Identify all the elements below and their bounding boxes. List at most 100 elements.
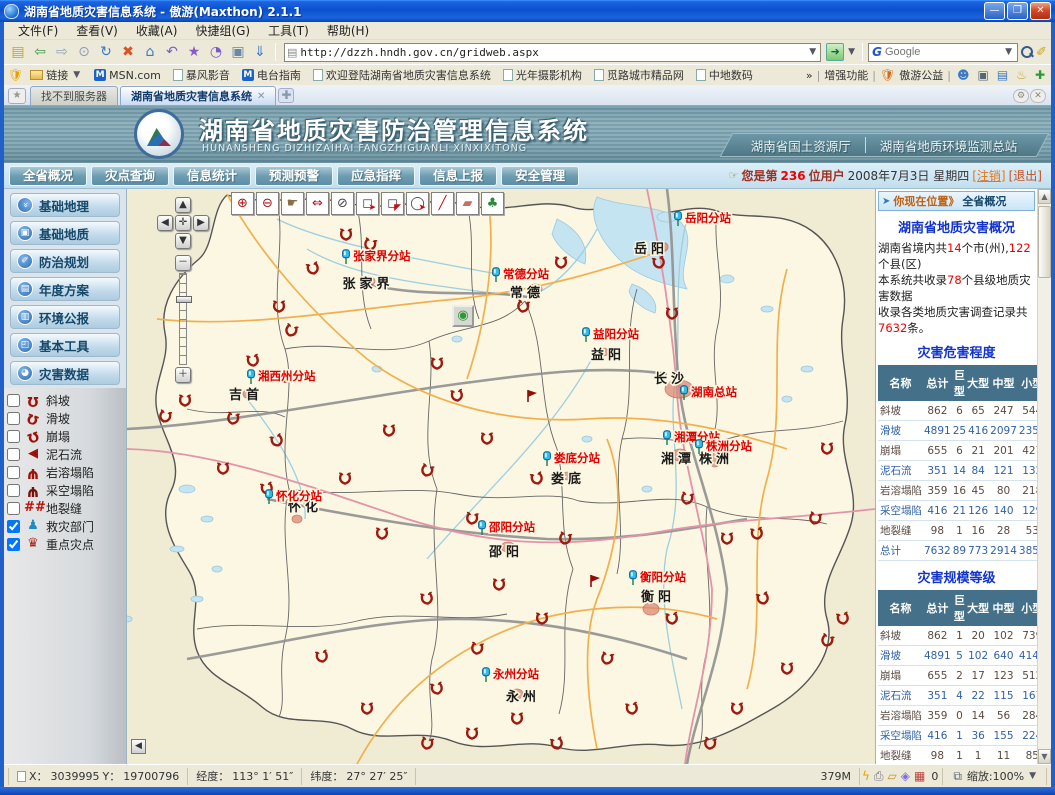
map-canvas[interactable]: 岳阳张家界常德吉首益阳长沙湘潭株洲娄底怀化邵阳衡阳永州 岳阳分站张家界分站常德分… bbox=[127, 189, 875, 764]
select-circle-icon[interactable]: ◯➤ bbox=[406, 192, 429, 215]
menu-item-5[interactable]: 帮助(H) bbox=[319, 21, 377, 40]
station-label[interactable]: 湖南总站 bbox=[691, 385, 737, 399]
links-bar-item-1[interactable]: MMSN.com bbox=[91, 69, 164, 82]
search-icon[interactable] bbox=[1020, 45, 1034, 59]
popup-window-icon[interactable]: ▣ bbox=[977, 68, 988, 82]
links-bar-item-0[interactable]: 链接▼ bbox=[27, 67, 85, 83]
nav-tab-1[interactable]: 灾点查询 bbox=[91, 166, 169, 186]
locate-button[interactable]: ◉ bbox=[452, 305, 474, 327]
links-overflow-chevron[interactable]: » bbox=[806, 69, 813, 82]
exit-link[interactable]: [退出] bbox=[1009, 167, 1042, 184]
nav-tab-3[interactable]: 预测预警 bbox=[255, 166, 333, 186]
tab-close-icon[interactable]: ✕ bbox=[1030, 89, 1046, 103]
pan-down-button[interactable]: ▼ bbox=[175, 233, 191, 249]
menu-item-1[interactable]: 查看(V) bbox=[68, 21, 126, 40]
favorites-star-icon[interactable]: ★ bbox=[8, 88, 26, 104]
links-bar-item-4[interactable]: 欢迎登陆湖南省地质灾害信息系统 bbox=[310, 67, 494, 83]
basket-icon[interactable]: ♨ bbox=[1016, 68, 1027, 82]
layer-checkbox-debris-flow[interactable] bbox=[7, 448, 20, 461]
station-label[interactable]: 常德分站 bbox=[503, 267, 549, 281]
links-bar-item-7[interactable]: 中地数码 bbox=[693, 67, 756, 83]
sidebar-group-2[interactable]: ✐防治规划 bbox=[10, 249, 120, 273]
tab-settings-wrench-icon[interactable]: ⚙ bbox=[1013, 89, 1029, 103]
draw-line-icon[interactable]: ╱ bbox=[431, 192, 454, 215]
url-input[interactable] bbox=[300, 46, 807, 59]
stop-icon[interactable]: ✖ bbox=[118, 42, 138, 62]
search-input[interactable] bbox=[885, 46, 1003, 58]
layer-checkbox-rescue-dept[interactable] bbox=[7, 520, 20, 533]
nav-tab-5[interactable]: 信息上报 bbox=[419, 166, 497, 186]
clear-selection-icon[interactable]: ⊘ bbox=[331, 192, 354, 215]
refresh-icon[interactable]: ↻ bbox=[96, 42, 116, 62]
notes-icon[interactable]: ▤ bbox=[997, 68, 1008, 82]
pan-icon[interactable]: ☛ bbox=[281, 192, 304, 215]
zoom-in-icon[interactable]: ⊕ bbox=[231, 192, 254, 215]
sidebar-group-0[interactable]: »基础地理 bbox=[10, 193, 120, 217]
station-label[interactable]: 湘西州分站 bbox=[258, 369, 316, 383]
menu-item-2[interactable]: 收藏(A) bbox=[128, 21, 186, 40]
layer-checkbox-karst-collapse[interactable] bbox=[7, 466, 20, 479]
sidebar-group-3[interactable]: ▤年度方案 bbox=[10, 277, 120, 301]
zoom-in-slider-button[interactable]: ＋ bbox=[175, 367, 191, 383]
zoom-dropdown-icon[interactable]: ▼ bbox=[1027, 771, 1038, 781]
pan-center-button[interactable]: ✛ bbox=[175, 215, 191, 231]
download-icon[interactable]: ⇓ bbox=[250, 42, 270, 62]
plugins-button[interactable]: 增强功能 bbox=[824, 67, 868, 83]
layer-checkbox-collapse[interactable] bbox=[7, 430, 20, 443]
eraser-icon[interactable]: ▰ bbox=[456, 192, 479, 215]
logout-link[interactable]: [注销] bbox=[972, 167, 1005, 184]
zoom-out-icon[interactable]: ⊖ bbox=[256, 192, 279, 215]
layer-checkbox-key-site[interactable] bbox=[7, 538, 20, 551]
capture-icon[interactable]: ▣ bbox=[228, 42, 248, 62]
user-icon[interactable]: ☻ bbox=[957, 68, 970, 82]
station-label[interactable]: 株洲分站 bbox=[706, 439, 752, 453]
menu-item-0[interactable]: 文件(F) bbox=[10, 21, 66, 40]
station-label[interactable]: 怀化分站 bbox=[276, 489, 322, 503]
scroll-up-icon[interactable]: ▲ bbox=[1038, 189, 1051, 204]
zoom-control[interactable]: ⧉ 缩放:100% ▼ bbox=[942, 768, 1047, 785]
unselect-rect-icon[interactable]: ◻◤ bbox=[381, 192, 404, 215]
layer-tree-icon[interactable]: ♣ bbox=[481, 192, 504, 215]
new-tab-button[interactable]: ✚ bbox=[278, 88, 294, 103]
zoom-out-slider-button[interactable]: － bbox=[175, 255, 191, 271]
pan-right-button[interactable]: ▶ bbox=[193, 215, 209, 231]
map-area[interactable]: 岳阳张家界常德吉首益阳长沙湘潭株洲娄底怀化邵阳衡阳永州 岳阳分站张家界分站常德分… bbox=[127, 189, 875, 764]
station-label[interactable]: 娄底分站 bbox=[554, 451, 600, 465]
layer-checkbox-mining-collapse[interactable] bbox=[7, 484, 20, 497]
search-dropdown-icon[interactable]: ▼ bbox=[1003, 47, 1014, 57]
go-button[interactable]: ➜ bbox=[826, 43, 844, 61]
links-bar-item-2[interactable]: 暴风影音 bbox=[170, 67, 233, 83]
home-icon[interactable]: ⌂ bbox=[140, 42, 160, 62]
layer-checkbox-ground-fissure[interactable] bbox=[7, 502, 20, 515]
new-page-icon[interactable]: ▤ bbox=[8, 42, 28, 62]
diamond-icon[interactable]: ◈ bbox=[901, 769, 910, 783]
search-box[interactable]: G ▼ bbox=[868, 43, 1018, 62]
shield-icon[interactable]: 🛡 bbox=[8, 68, 23, 82]
sidebar-group-6[interactable]: ◕灾害数据 bbox=[10, 361, 120, 385]
tab-close-x-icon[interactable]: ✕ bbox=[257, 91, 265, 102]
sidebar-group-5[interactable]: ◰基本工具 bbox=[10, 333, 120, 357]
select-rect-icon[interactable]: ◻➤ bbox=[356, 192, 379, 215]
plugin-manager-icon[interactable]: ✚ bbox=[1035, 68, 1045, 82]
page-tab-1[interactable]: 湖南省地质灾害信息系统✕ bbox=[120, 86, 276, 105]
restore-button[interactable]: ❐ bbox=[1007, 2, 1028, 20]
printer-icon[interactable]: ⎙ bbox=[874, 769, 884, 784]
zoom-slider[interactable] bbox=[179, 273, 187, 365]
scroll-down-icon[interactable]: ▼ bbox=[1038, 749, 1051, 764]
pan-up-button[interactable]: ▲ bbox=[175, 197, 191, 213]
station-label[interactable]: 衡阳分站 bbox=[640, 570, 686, 584]
history-icon[interactable]: ◔ bbox=[206, 42, 226, 62]
links-bar-item-5[interactable]: 光年摄影机构 bbox=[500, 67, 585, 83]
links-bar-item-3[interactable]: M电台指南 bbox=[239, 67, 304, 83]
scroll-track[interactable] bbox=[1038, 204, 1051, 749]
layer-checkbox-landslide[interactable] bbox=[7, 412, 20, 425]
vertical-scrollbar[interactable]: ▲ ▼ bbox=[1037, 189, 1051, 764]
minimize-button[interactable]: — bbox=[984, 2, 1005, 20]
folder-icon[interactable]: ▱ bbox=[888, 769, 897, 783]
back-icon[interactable]: ⇦ bbox=[30, 42, 50, 62]
layer-checkbox-slope[interactable] bbox=[7, 394, 20, 407]
close-button[interactable]: ✕ bbox=[1030, 2, 1051, 20]
go-dropdown-icon[interactable]: ▼ bbox=[846, 47, 857, 57]
highlight-icon[interactable]: ✐ bbox=[1036, 45, 1047, 60]
collapse-panel-button[interactable]: ◀ bbox=[131, 739, 146, 754]
